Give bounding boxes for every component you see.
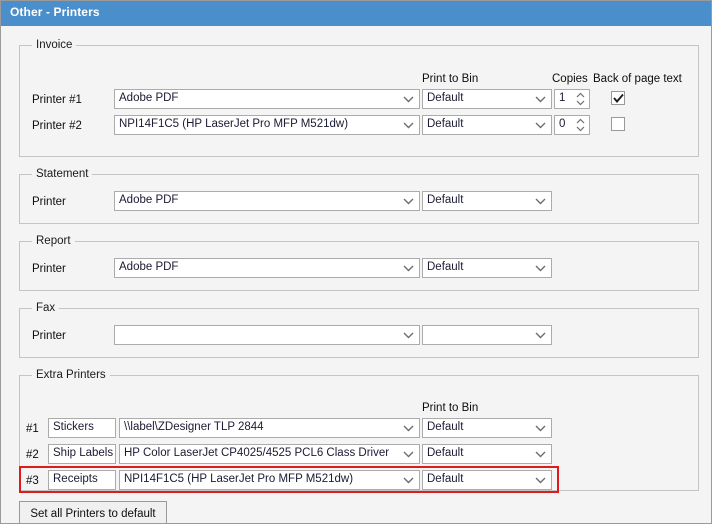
report-group-title: Report — [32, 235, 75, 247]
invoice-group-title: Invoice — [32, 39, 77, 51]
chevron-down-icon — [401, 471, 416, 489]
chevron-down-icon — [533, 445, 548, 463]
invoice-printer1-copies-stepper[interactable]: 1 — [554, 89, 590, 109]
extra-printer1-index: #1 — [26, 423, 39, 435]
chevron-down-icon — [533, 471, 548, 489]
window-title: Other - Printers — [10, 5, 100, 19]
set-all-printers-default-label: Set all Printers to default — [30, 508, 156, 520]
report-bin-select[interactable]: Default — [422, 258, 552, 278]
set-all-printers-default-button[interactable]: Set all Printers to default — [19, 501, 167, 523]
invoice-printer2-copies-stepper[interactable]: 0 — [554, 115, 590, 135]
extra-printer2-value: HP Color LaserJet CP4025/4525 PCL6 Class… — [124, 447, 390, 459]
extra-printer3-value: NPI14F1C5 (HP LaserJet Pro MFP M521dw) — [124, 473, 354, 485]
invoice-printer2-copies-value: 0 — [559, 118, 566, 130]
chevron-down-icon — [533, 90, 548, 108]
invoice-printer2-back-of-page-checkbox[interactable] — [611, 117, 625, 131]
invoice-group: Invoice Print to Bin Copies Back of page… — [19, 39, 699, 157]
extra-printer1-name-value: Stickers — [53, 421, 94, 433]
extra-printer3-index: #3 — [26, 475, 39, 487]
report-printer-value: Adobe PDF — [119, 261, 179, 273]
invoice-copies-header: Copies — [552, 73, 588, 85]
extra-printers-group-title: Extra Printers — [32, 369, 110, 381]
invoice-printer2-select[interactable]: NPI14F1C5 (HP LaserJet Pro MFP M521dw) — [114, 115, 420, 135]
fax-printer-select[interactable] — [114, 325, 420, 345]
invoice-printer2-value: NPI14F1C5 (HP LaserJet Pro MFP M521dw) — [119, 118, 349, 130]
extra-printer3-bin-select[interactable]: Default — [422, 470, 552, 490]
report-group: Report Printer Adobe PDF Default — [19, 235, 699, 291]
fax-bin-select[interactable] — [422, 325, 552, 345]
invoice-printer1-select[interactable]: Adobe PDF — [114, 89, 420, 109]
extra-printer2-index: #2 — [26, 449, 39, 461]
statement-bin-select[interactable]: Default — [422, 191, 552, 211]
invoice-printer1-bin-value: Default — [427, 92, 464, 104]
spinner-arrows-icon[interactable] — [575, 91, 586, 107]
chevron-down-icon — [401, 116, 416, 134]
invoice-printer1-bin-select[interactable]: Default — [422, 89, 552, 109]
report-bin-value: Default — [427, 261, 464, 273]
chevron-down-icon — [401, 419, 416, 437]
statement-printer-select[interactable]: Adobe PDF — [114, 191, 420, 211]
extra-printer2-bin-value: Default — [427, 447, 464, 459]
invoice-print-to-bin-header: Print to Bin — [422, 73, 479, 85]
extra-printer1-bin-select[interactable]: Default — [422, 418, 552, 438]
fax-group: Fax Printer — [19, 302, 699, 358]
extra-printer1-value: \\label\ZDesigner TLP 2844 — [124, 421, 264, 433]
chevron-down-icon — [533, 326, 548, 344]
spinner-arrows-icon[interactable] — [575, 117, 586, 133]
fax-group-title: Fax — [32, 302, 60, 314]
chevron-down-icon — [533, 419, 548, 437]
statement-printer-value: Adobe PDF — [119, 194, 179, 206]
statement-printer-label: Printer — [32, 196, 66, 208]
chevron-down-icon — [533, 116, 548, 134]
extra-printer3-name-value: Receipts — [53, 473, 98, 485]
chevron-down-icon — [533, 259, 548, 277]
extra-printers-print-to-bin-header: Print to Bin — [422, 402, 479, 414]
chevron-down-icon — [401, 326, 416, 344]
fax-printer-label: Printer — [32, 330, 66, 342]
report-printer-select[interactable]: Adobe PDF — [114, 258, 420, 278]
extra-printer1-select[interactable]: \\label\ZDesigner TLP 2844 — [119, 418, 420, 438]
chevron-down-icon — [533, 192, 548, 210]
extra-printer1-name-input[interactable]: Stickers — [48, 418, 116, 438]
extra-printer2-bin-select[interactable]: Default — [422, 444, 552, 464]
extra-printer3-select[interactable]: NPI14F1C5 (HP LaserJet Pro MFP M521dw) — [119, 470, 420, 490]
chevron-down-icon — [401, 259, 416, 277]
invoice-back-of-page-header: Back of page text — [593, 73, 682, 85]
invoice-printer1-value: Adobe PDF — [119, 92, 179, 104]
invoice-printer1-back-of-page-checkbox[interactable] — [611, 91, 625, 105]
chevron-down-icon — [401, 445, 416, 463]
invoice-printer2-bin-select[interactable]: Default — [422, 115, 552, 135]
extra-printer2-name-input[interactable]: Ship Labels — [48, 444, 116, 464]
invoice-printer2-label: Printer #2 — [32, 120, 82, 132]
statement-group: Statement Printer Adobe PDF Default — [19, 168, 699, 224]
invoice-printer1-label: Printer #1 — [32, 94, 82, 106]
chevron-down-icon — [401, 90, 416, 108]
statement-bin-value: Default — [427, 194, 464, 206]
extra-printer1-bin-value: Default — [427, 421, 464, 433]
settings-content: Invoice Print to Bin Copies Back of page… — [1, 26, 711, 523]
extra-printer2-name-value: Ship Labels — [53, 447, 114, 459]
extra-printers-group: Extra Printers Print to Bin #1 Stickers … — [19, 369, 699, 491]
window-titlebar: Other - Printers — [1, 1, 711, 26]
invoice-printer1-copies-value: 1 — [559, 92, 566, 104]
report-printer-label: Printer — [32, 263, 66, 275]
invoice-printer2-bin-value: Default — [427, 118, 464, 130]
printers-settings-window: Other - Printers Invoice Print to Bin Co… — [0, 0, 712, 524]
extra-printer2-select[interactable]: HP Color LaserJet CP4025/4525 PCL6 Class… — [119, 444, 420, 464]
extra-printer3-bin-value: Default — [427, 473, 464, 485]
statement-group-title: Statement — [32, 168, 93, 180]
extra-printer3-name-input[interactable]: Receipts — [48, 470, 116, 490]
chevron-down-icon — [401, 192, 416, 210]
